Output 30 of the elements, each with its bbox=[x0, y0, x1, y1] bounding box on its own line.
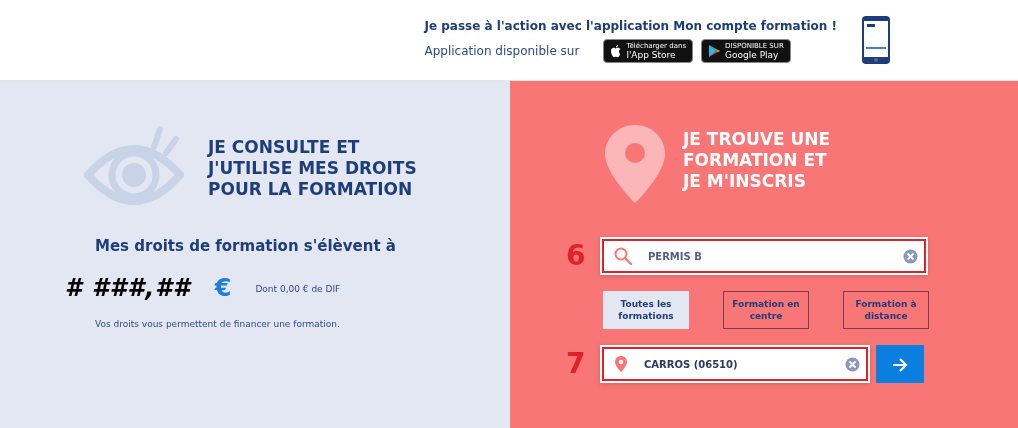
apple-icon bbox=[610, 44, 623, 58]
rights-description: Vos droits vous permettent de financer une formation. bbox=[94, 317, 341, 331]
location-pin-icon bbox=[603, 123, 667, 205]
panel-title: JE CONSULTE ET J'UTILISE MES DROITS POUR LA FORMATION bbox=[208, 136, 418, 200]
search-field[interactable]: PERMIS B bbox=[646, 247, 889, 265]
play-store-icon bbox=[708, 44, 722, 58]
clear-icon[interactable] bbox=[903, 248, 918, 264]
store-name: l'App Store bbox=[626, 50, 677, 60]
location-field[interactable]: CARROS (06510) bbox=[642, 355, 831, 373]
search-field[interactable]: PERMIS B bbox=[602, 239, 926, 273]
arrow-right-icon bbox=[892, 357, 908, 372]
dif-note: Dont 0,00 € de DIF bbox=[255, 282, 341, 296]
panel-title: JE TROUVE UNE FORMATION ET JE M'INSCRIS bbox=[683, 129, 832, 192]
location-pin-icon bbox=[614, 355, 628, 373]
search-icon bbox=[614, 247, 632, 265]
submit-button[interactable] bbox=[876, 345, 924, 383]
currency-symbol: € bbox=[214, 272, 232, 304]
rights-amount: # ###,## bbox=[65, 272, 191, 304]
rights-amount-label: Mes droits de formation s'élèvent à bbox=[94, 236, 397, 257]
clear-icon[interactable] bbox=[845, 356, 860, 372]
store-name: Google Play bbox=[725, 50, 780, 60]
filter-button[interactable]: Formation en centre bbox=[723, 291, 809, 329]
filter-button[interactable]: Toutes les formations bbox=[603, 291, 689, 329]
filter-button[interactable]: Formation à distance bbox=[843, 291, 929, 329]
availability-text: Application disponible sur bbox=[424, 43, 580, 60]
phone-icon bbox=[861, 15, 891, 65]
location-field[interactable]: CARROS (06510) bbox=[602, 347, 868, 381]
annotation-number: 6 bbox=[566, 238, 587, 274]
app-promo-headline: Je passe à l'action avec l'application Mon compte formation ! bbox=[424, 18, 837, 35]
annotation-number: 7 bbox=[566, 346, 587, 382]
